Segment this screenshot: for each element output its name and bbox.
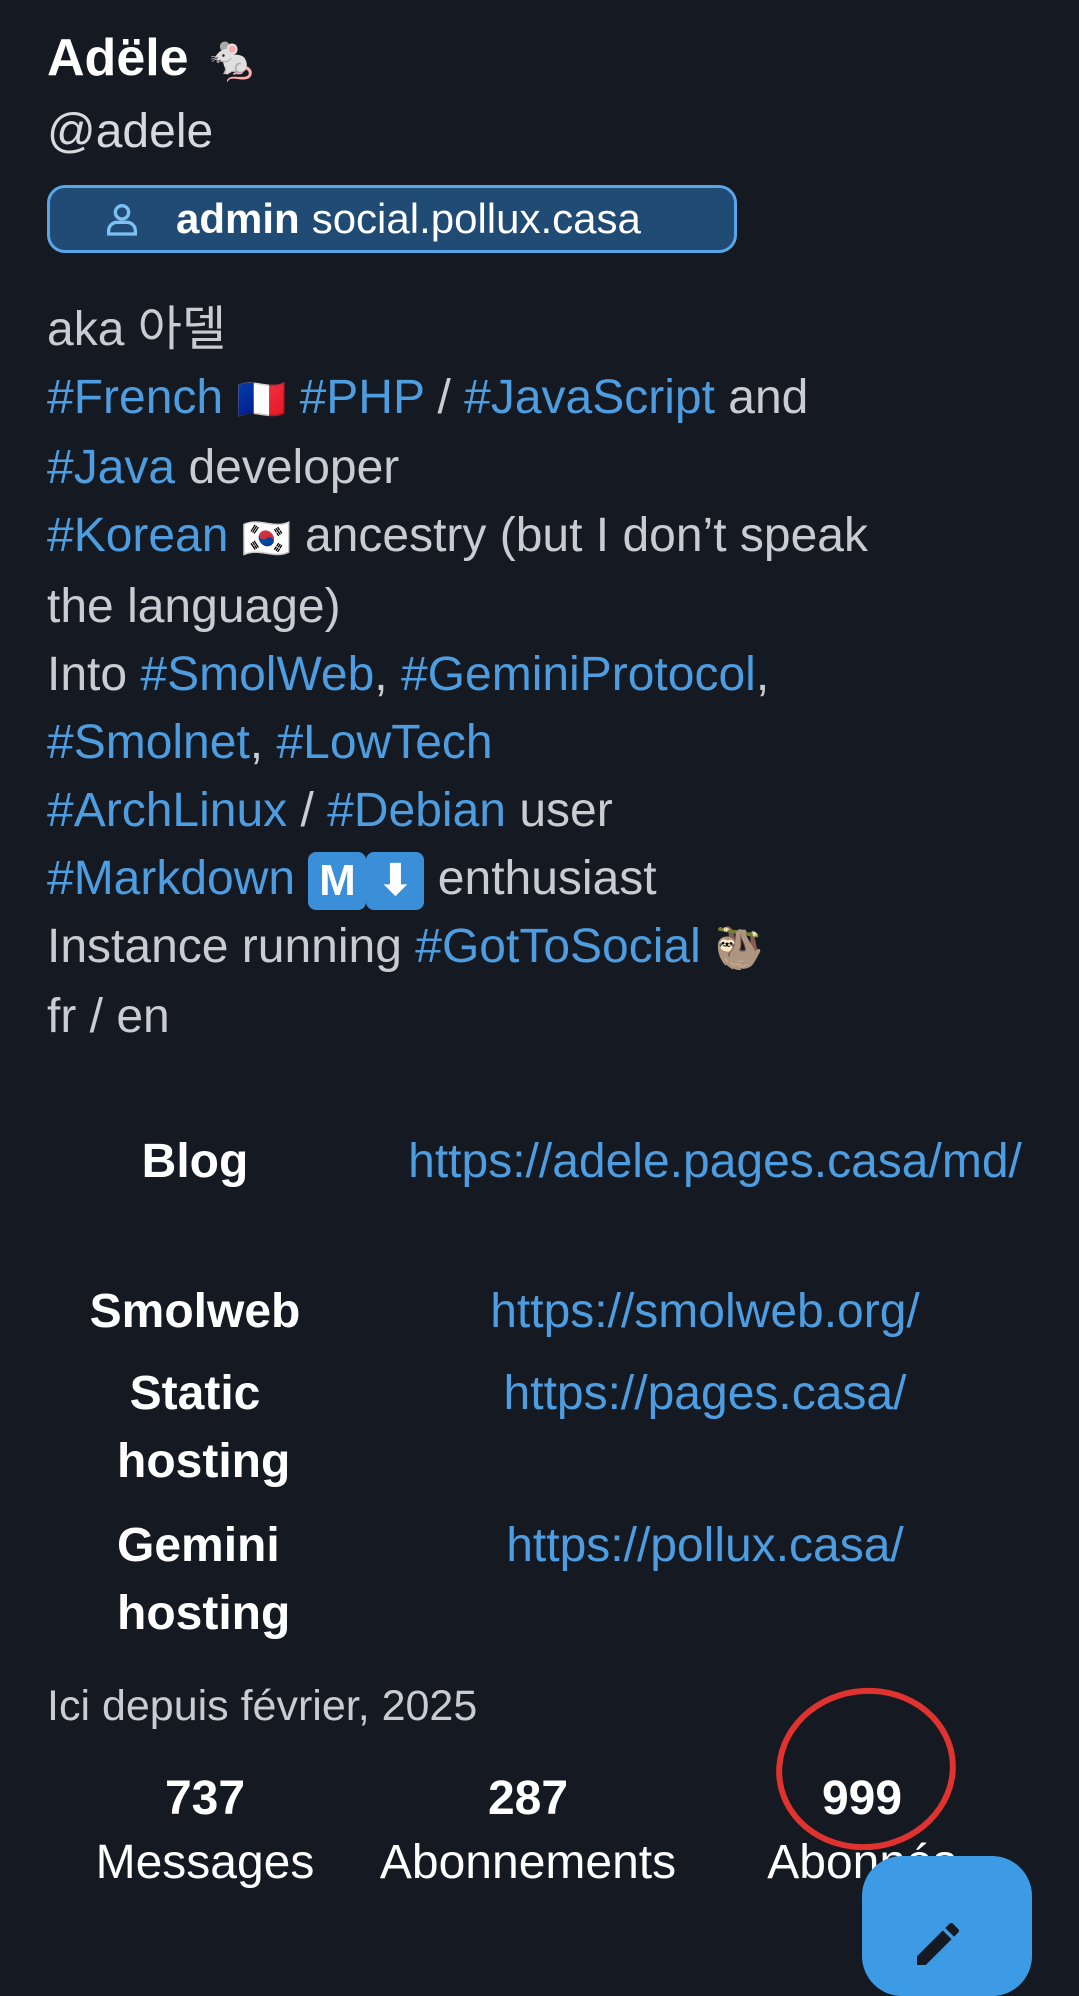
hashtag-link[interactable]: #PHP	[300, 371, 425, 424]
display-name-row: Adële 🐁	[47, 28, 259, 88]
bio-line: aka 아델	[47, 303, 227, 356]
stat-label: Abonnements	[379, 1836, 677, 1889]
hashtag-link[interactable]: #French	[47, 371, 223, 424]
hashtag-link[interactable]: #Markdown	[47, 852, 295, 905]
stat-number: 287	[487, 1772, 569, 1825]
hashtag-link[interactable]: #LowTech	[276, 716, 492, 769]
field-key: Smolweb	[89, 1285, 301, 1338]
mouse-emoji-icon: 🐁	[204, 33, 260, 84]
sloth-emoji-icon: 🦥	[714, 925, 764, 972]
separator: /	[437, 371, 451, 424]
display-name: Adële	[47, 29, 189, 87]
field-key: Gemini hosting	[117, 1519, 291, 1640]
hashtag-link[interactable]: #Java	[47, 441, 175, 494]
france-flag-icon: 🇫🇷	[236, 377, 287, 424]
profile-bio: aka 아델 #French 🇫🇷 #PHP / #JavaScript and…	[47, 296, 1027, 1051]
bio-text: ancestry (but I don’t speak	[304, 509, 868, 563]
field-key: Static hosting	[117, 1367, 291, 1488]
hashtag-link[interactable]: #Korean	[47, 509, 228, 562]
hashtag-link[interactable]: #Smolnet	[47, 716, 250, 769]
profile-field: Static hosting https://pages.casa/	[47, 1360, 1037, 1512]
field-link[interactable]: https://pollux.casa/	[343, 1512, 1037, 1580]
separator: /	[300, 783, 314, 837]
markdown-m-icon: M	[308, 851, 367, 910]
hashtag-link[interactable]: #JavaScript	[464, 371, 715, 424]
field-link[interactable]: https://smolweb.org/	[343, 1278, 1037, 1346]
profile-field: Smolweb https://smolweb.org/	[47, 1278, 1037, 1360]
bio-text: and	[728, 371, 809, 424]
bio-text: enthusiast	[437, 851, 657, 905]
profile-fields: Blog https://adele.pages.casa/md/ Smolwe…	[47, 1128, 1037, 1662]
profile-field: Gemini hosting https://pollux.casa/	[47, 1512, 1037, 1662]
posts-count[interactable]: 737 Messages	[80, 1770, 330, 1898]
hashtag-link[interactable]: #ArchLinux	[47, 784, 287, 837]
stat-label: Messages	[95, 1836, 315, 1889]
bio-text: Into	[47, 647, 128, 701]
account-handle: @adele	[47, 105, 214, 158]
hashtag-link[interactable]: #SmolWeb	[140, 648, 374, 701]
hashtag-link[interactable]: #GotToSocial	[415, 920, 701, 973]
hashtag-link[interactable]: #GeminiProtocol	[401, 648, 756, 701]
pencil-icon	[917, 1922, 960, 1965]
korea-flag-icon: 🇰🇷	[241, 515, 292, 562]
field-link[interactable]: https://adele.pages.casa/md/	[343, 1128, 1037, 1196]
down-arrow-icon: ⬇	[366, 851, 425, 910]
hashtag-link[interactable]: #Debian	[327, 784, 506, 837]
following-count[interactable]: 287 Abonnements	[360, 1770, 696, 1898]
stat-number: 737	[164, 1772, 246, 1825]
bio-text: developer	[188, 441, 400, 495]
admin-role-badge[interactable]: admin social.pollux.casa	[47, 185, 737, 253]
compose-button[interactable]	[862, 1856, 1032, 1996]
person-icon	[107, 204, 137, 236]
bio-text: user	[519, 783, 613, 837]
bio-line: fr / en	[47, 989, 170, 1043]
joined-date: Ici depuis février, 2025	[47, 1682, 478, 1730]
field-link[interactable]: https://pages.casa/	[343, 1360, 1037, 1428]
bio-text: Instance running	[47, 919, 402, 973]
badge-instance: social.pollux.casa	[311, 195, 641, 242]
profile-field: Blog https://adele.pages.casa/md/	[47, 1128, 1037, 1278]
badge-role: admin	[176, 195, 300, 242]
field-key: Blog	[141, 1135, 249, 1188]
bio-line: the language)	[47, 579, 341, 633]
